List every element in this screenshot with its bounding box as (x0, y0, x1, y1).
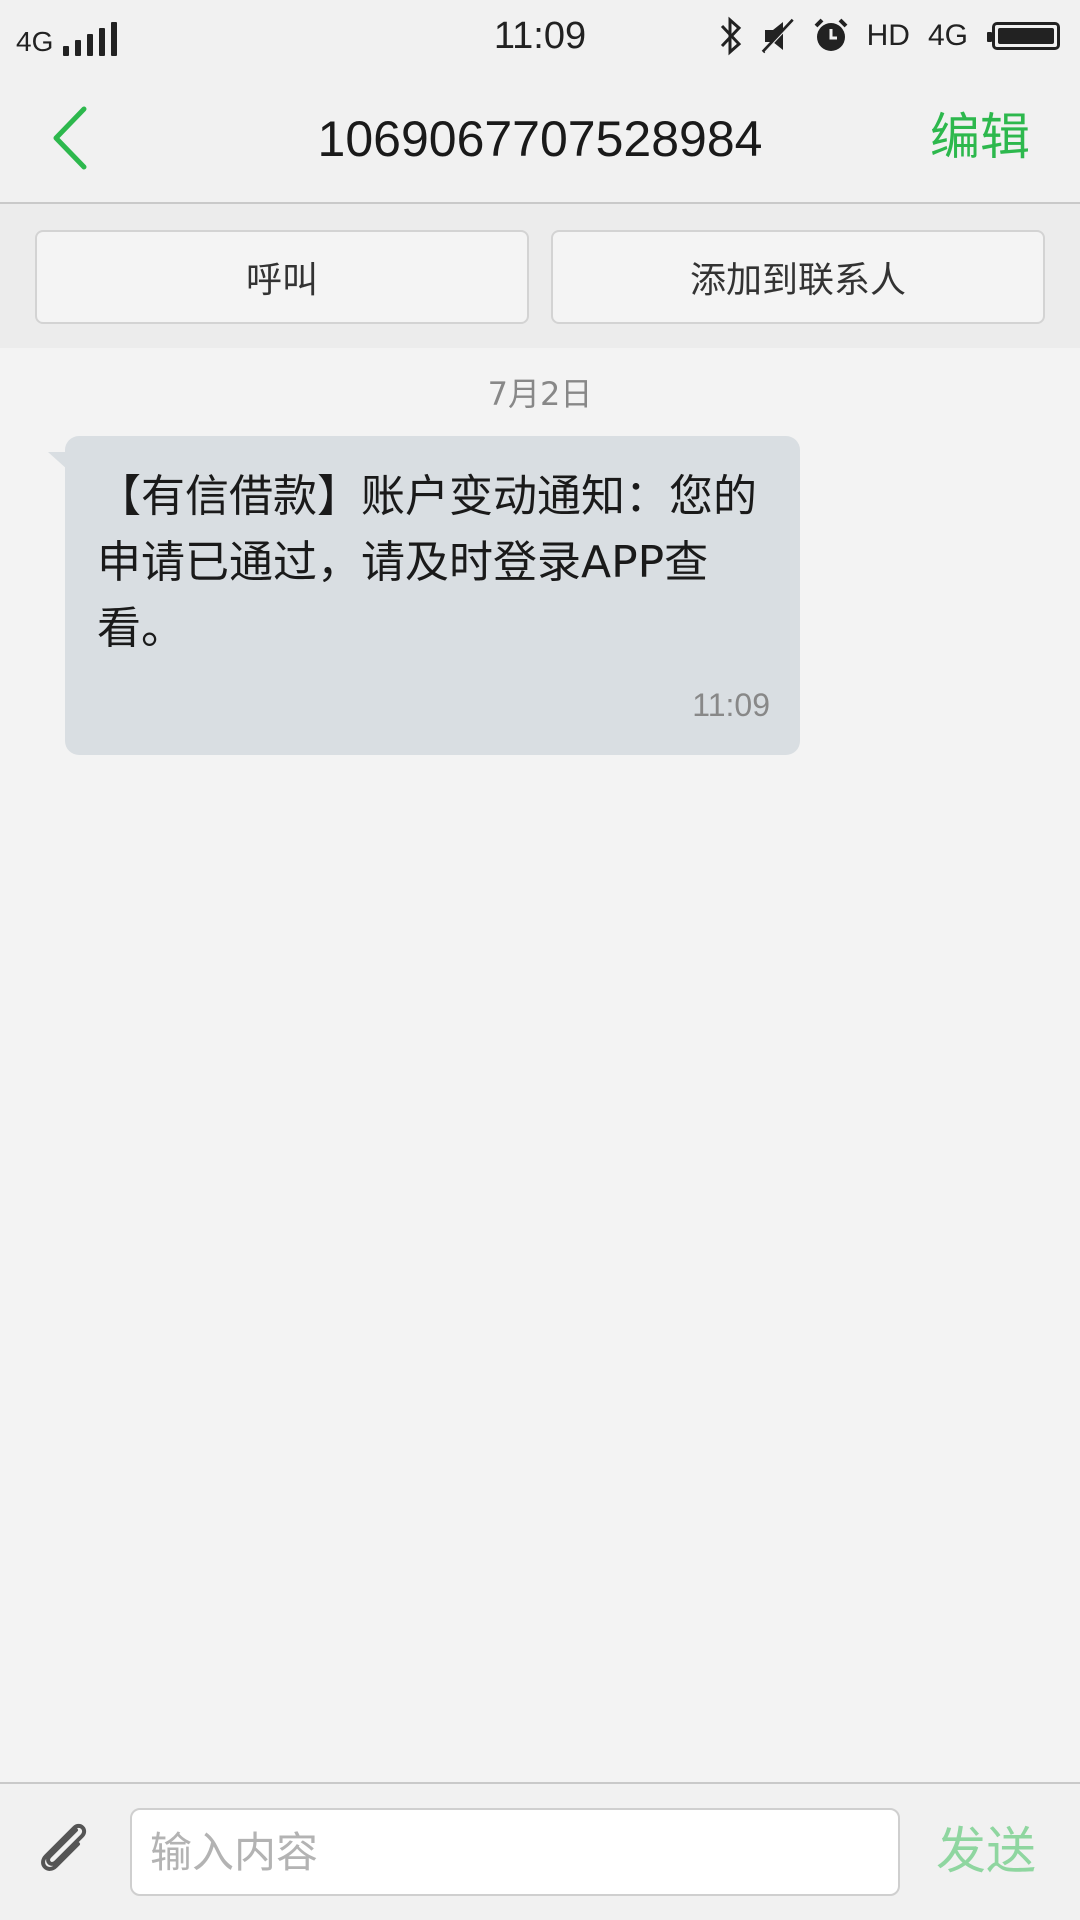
message-time: 11:09 (692, 687, 770, 723)
contact-action-row: 呼叫 添加到联系人 (0, 204, 1080, 348)
network-type-right: 4G (927, 19, 968, 52)
call-button[interactable]: 呼叫 (35, 230, 529, 324)
paperclip-icon (41, 1823, 87, 1871)
attach-button[interactable] (32, 1816, 96, 1880)
status-icons-right: HD 4G (719, 14, 1060, 58)
composer-bar: 发送 (0, 1782, 1080, 1920)
message-text: 【有信借款】账户变动通知：您的申请已通过，请及时登录APP查看。 (97, 471, 757, 654)
navigation-bar: 1069067707528984 编辑 (0, 72, 1080, 204)
mute-icon (761, 18, 795, 54)
send-button[interactable]: 发送 (936, 1818, 1036, 1884)
battery-icon (987, 22, 1060, 50)
conversation-title: 1069067707528984 (317, 111, 763, 167)
edit-button[interactable]: 编辑 (930, 104, 1030, 170)
message-input[interactable] (130, 1808, 900, 1896)
date-separator: 7月2日 (487, 375, 593, 413)
status-bar: 4G 11:09 HD 4G (0, 0, 1080, 72)
bluetooth-icon (720, 16, 741, 56)
alarm-icon (814, 18, 848, 51)
message-bubble[interactable]: 【有信借款】账户变动通知：您的申请已通过，请及时登录APP查看。 11:09 (65, 436, 800, 755)
hd-indicator: HD (866, 19, 910, 52)
add-to-contacts-button[interactable]: 添加到联系人 (551, 230, 1045, 324)
